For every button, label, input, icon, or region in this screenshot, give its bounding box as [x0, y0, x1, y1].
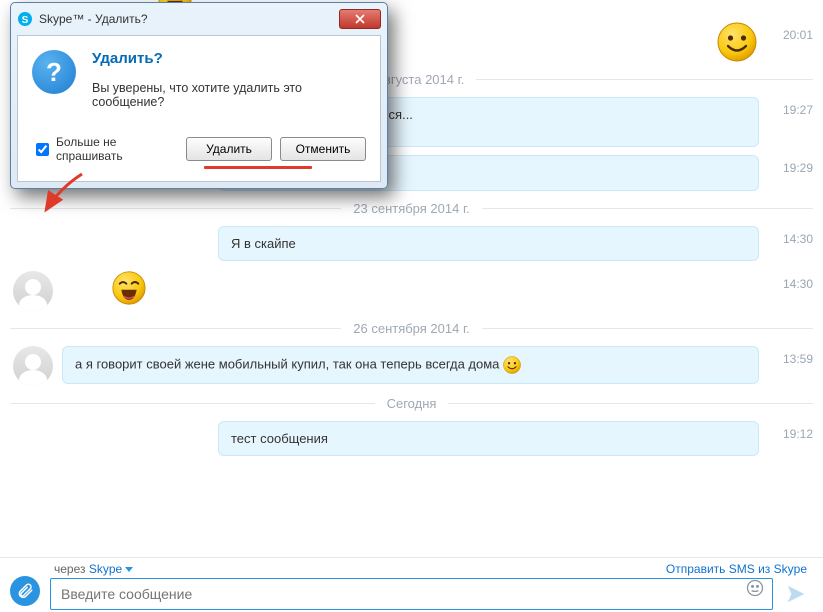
- date-separator: Сегодня: [10, 396, 813, 411]
- timestamp: 14:30: [765, 226, 813, 246]
- emoji-picker-button[interactable]: [745, 578, 765, 601]
- question-icon: ?: [32, 50, 76, 94]
- delete-confirm-dialog: Skype™ - Удалить? ? Удалить? Вы уверены,…: [10, 2, 388, 189]
- composer: через Skype Отправить SMS из Skype: [0, 558, 823, 612]
- cancel-button[interactable]: Отменить: [280, 137, 366, 161]
- timestamp: 20:01: [765, 22, 813, 42]
- message-bubble[interactable]: Я в скайпе: [218, 226, 759, 261]
- timestamp: 19:29: [765, 155, 813, 175]
- close-button[interactable]: [339, 9, 381, 29]
- annotation-underline: [204, 166, 312, 169]
- delete-button[interactable]: Удалить: [186, 137, 272, 161]
- avatar[interactable]: [13, 271, 53, 311]
- dialog-window-title: Skype™ - Удалить?: [39, 12, 148, 26]
- dont-ask-checkbox-label[interactable]: Больше не спрашивать: [32, 135, 178, 163]
- message-bubble[interactable]: тест сообщения: [218, 421, 759, 456]
- dont-ask-checkbox[interactable]: [36, 143, 49, 156]
- send-button[interactable]: [781, 579, 811, 609]
- skype-icon: [17, 11, 33, 27]
- dialog-message: Вы уверены, что хотите удалить это сообщ…: [92, 81, 366, 109]
- message-bubble[interactable]: а я говорит своей жене мобильный купил, …: [62, 346, 759, 384]
- smile-emoji-icon: [503, 356, 521, 374]
- date-separator: 23 сентября 2014 г.: [10, 201, 813, 216]
- smile-emoji-icon: [717, 22, 757, 62]
- message-text: а я говорит своей жене мобильный купил, …: [75, 356, 503, 371]
- date-separator: 26 сентября 2014 г.: [10, 321, 813, 336]
- send-sms-link[interactable]: Отправить SMS из Skype: [666, 562, 807, 576]
- via-skype-link[interactable]: Skype: [89, 562, 122, 576]
- avatar[interactable]: [13, 346, 53, 386]
- laugh-emoji-icon: [112, 271, 146, 305]
- message-input[interactable]: [50, 578, 773, 610]
- via-label: через Skype: [54, 562, 133, 576]
- dialog-heading: Удалить?: [92, 50, 366, 67]
- timestamp: 19:27: [765, 97, 813, 117]
- dialog-titlebar[interactable]: Skype™ - Удалить?: [11, 3, 387, 35]
- timestamp: 13:59: [765, 346, 813, 366]
- timestamp: 19:12: [765, 421, 813, 441]
- chevron-down-icon[interactable]: [125, 567, 133, 572]
- timestamp: 14:30: [765, 271, 813, 291]
- attach-button[interactable]: [10, 576, 40, 606]
- timestamp: 19:51: [765, 0, 813, 2]
